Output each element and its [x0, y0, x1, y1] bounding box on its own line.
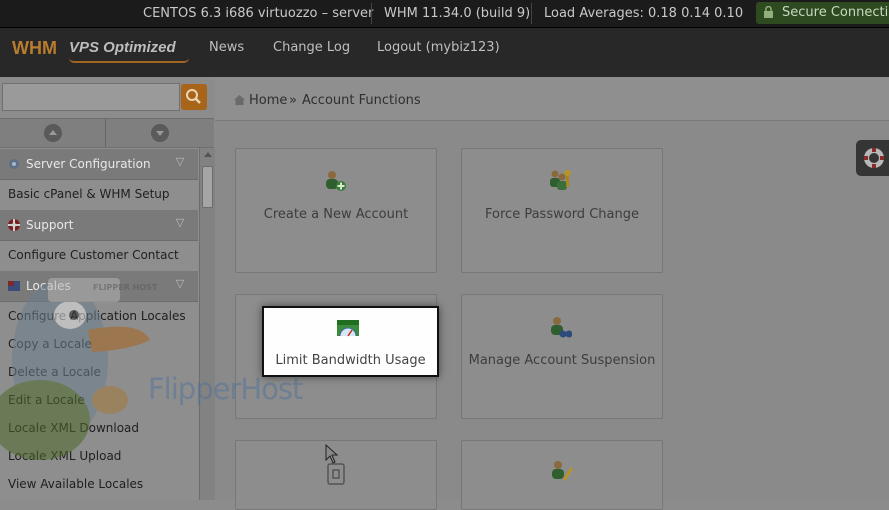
section-label: Server Configuration [26, 157, 151, 171]
add-user-icon [326, 171, 346, 191]
server-config-icon [9, 159, 19, 169]
lifebuoy-icon [864, 148, 884, 168]
load-averages: Load Averages: 0.18 0.14 0.10 [544, 6, 744, 21]
users-key-icon [550, 170, 571, 190]
breadcrumb-home-link[interactable]: Home [249, 93, 287, 108]
section-support[interactable]: Support ▽ [0, 210, 198, 241]
search-button[interactable] [181, 84, 207, 110]
sidebar-item-label: Copy a Locale [8, 337, 92, 351]
sidebar-item-label: Basic cPanel & WHM Setup [8, 187, 170, 201]
main-content [215, 78, 889, 500]
logo-vps: VPS Optimized [69, 39, 176, 56]
watermark-badge-text: FLIPPER HOST [93, 283, 158, 292]
tile-label: Manage Account Suspension [468, 353, 656, 368]
sidebar-item-view-locales[interactable]: View Available Locales [0, 470, 198, 498]
tile-account-suspension[interactable]: Manage Account Suspension [461, 294, 663, 419]
bandwidth-gauge-icon [337, 320, 359, 337]
tile-label: Limit Bandwidth Usage [275, 353, 426, 368]
tile-limit-bandwidth[interactable]: Limit Bandwidth Usage [262, 306, 439, 377]
search-icon [186, 89, 201, 104]
server-info: CENTOS 6.3 i686 virtuozzo – server [143, 6, 374, 21]
secure-connection-badge: Secure Connection [756, 2, 889, 24]
status-divider [531, 3, 532, 24]
tile-label: Force Password Change [485, 207, 639, 222]
chevron-down-icon[interactable]: ▽ [173, 277, 187, 291]
nav-logout-link[interactable]: Logout (mybiz123) [377, 40, 500, 55]
logo-whm: WHM [12, 38, 57, 58]
user-edit-icon [552, 461, 573, 481]
chevron-down-icon[interactable]: ▽ [173, 155, 187, 169]
support-lifebuoy-icon [8, 219, 20, 231]
mouse-cursor-icon [325, 444, 339, 464]
sidebar-item-label: Locale XML Upload [8, 449, 122, 463]
home-icon[interactable] [233, 94, 246, 106]
whm-version: WHM 11.34.0 (build 9) [384, 6, 531, 21]
sidebar-item-copy-locale[interactable]: Copy a Locale [0, 330, 198, 358]
sidebar-item-label: Configure Customer Contact [8, 248, 179, 262]
top-nav: WHM VPS Optimized News Change Log Logout… [0, 28, 889, 77]
sidebar-nav: Server Configuration ▽ Basic cPanel & WH… [0, 148, 198, 500]
arrow-down-icon [156, 131, 164, 136]
section-label: Locales [26, 279, 71, 293]
scrollbar-up-arrow[interactable] [204, 152, 212, 157]
logo-swoosh [69, 58, 189, 63]
tile-label: Create a New Account [263, 207, 409, 222]
scrollbar-thumb[interactable] [202, 166, 213, 208]
nav-news-link[interactable]: News [209, 40, 244, 55]
locales-flag-icon [8, 281, 20, 291]
lock-icon [764, 6, 773, 18]
sidebar-scrollbar[interactable] [199, 148, 215, 500]
watermark-brand: FlipperHost [148, 372, 303, 406]
sidebar-item-label: Configure Application Locales [8, 309, 186, 323]
sidebar-item-locale-xml-upload[interactable]: Locale XML Upload [0, 442, 198, 470]
sidebar-item-customer-contact[interactable]: Configure Customer Contact [0, 241, 198, 269]
sidebar-item-label: Delete a Locale [8, 365, 101, 379]
section-label: Support [26, 218, 74, 232]
sidebar-item-label: View Available Locales [8, 477, 144, 491]
tile-create-account[interactable]: Create a New Account [235, 148, 437, 273]
tile-placeholder-icon [327, 463, 345, 485]
sidebar-scroll-controls [0, 118, 214, 148]
sidebar-item-app-locales[interactable]: Configure Application Locales [0, 302, 198, 330]
chevron-down-icon[interactable]: ▽ [173, 216, 187, 230]
search-input[interactable] [2, 83, 180, 111]
sidebar-item-basic-setup[interactable]: Basic cPanel & WHM Setup [0, 180, 198, 208]
sidebar-item-label: Locale XML Download [8, 421, 140, 435]
section-server-configuration[interactable]: Server Configuration ▽ [0, 149, 198, 180]
user-suspend-icon [551, 317, 572, 338]
help-widget[interactable] [856, 140, 889, 176]
tile-force-password[interactable]: Force Password Change [461, 148, 663, 273]
sidebar-item-label: Edit a Locale [8, 393, 85, 407]
scroll-down-button[interactable] [151, 124, 169, 142]
nav-changelog-link[interactable]: Change Log [273, 40, 350, 55]
status-bar: CENTOS 6.3 i686 virtuozzo – server WHM 1… [0, 0, 889, 28]
breadcrumb-separator: » [289, 93, 297, 108]
scroll-divider [105, 119, 106, 147]
secure-label: Secure Connection [782, 5, 889, 20]
arrow-up-icon [49, 130, 57, 135]
breadcrumb-current: Account Functions [302, 93, 421, 108]
scroll-up-button[interactable] [44, 124, 62, 142]
status-divider [371, 3, 372, 24]
sidebar-item-locale-xml-download[interactable]: Locale XML Download [0, 414, 198, 442]
